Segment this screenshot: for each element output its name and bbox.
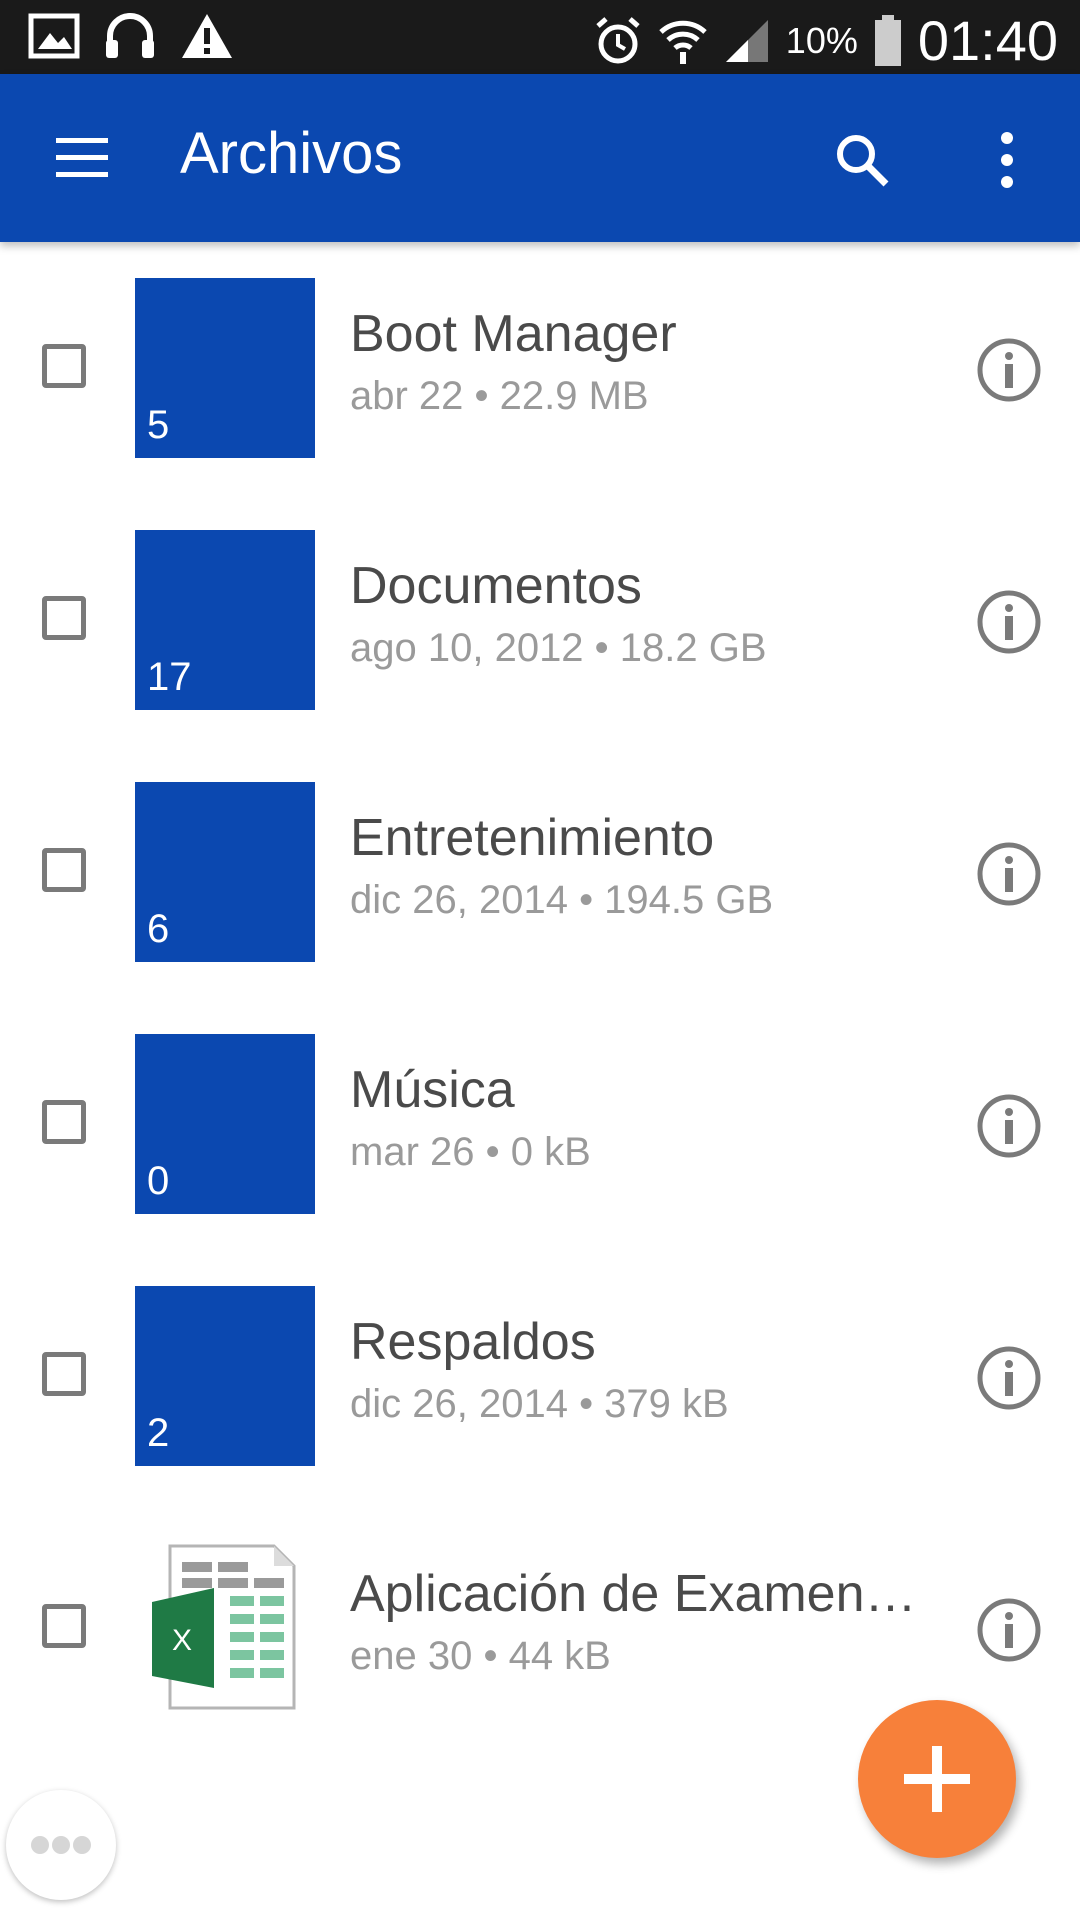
file-meta: mar 26 • 0 kB xyxy=(350,1130,591,1174)
file-meta: ene 30 • 44 kB xyxy=(350,1634,611,1678)
file-name: Respaldos xyxy=(350,1313,596,1371)
search-icon[interactable] xyxy=(832,130,892,190)
file-name: Boot Manager xyxy=(350,305,677,363)
headphones-icon xyxy=(106,13,154,58)
file-meta: dic 26, 2014 • 379 kB xyxy=(350,1382,729,1426)
folder-item-count: 6 xyxy=(147,907,170,951)
alarm-icon xyxy=(596,16,640,63)
status-right-icons: 10% 01:40 xyxy=(594,8,1058,73)
file-meta: abr 22 • 22.9 MB xyxy=(350,374,649,418)
folder-item-count: 5 xyxy=(147,403,170,447)
gallery-icon xyxy=(28,13,80,59)
page-title: Archivos xyxy=(180,121,403,186)
list-item[interactable]: 17 Documentos ago 10, 2012 • 18.2 GB xyxy=(0,516,1080,768)
clock: 01:40 xyxy=(917,9,1058,72)
list-item[interactable]: 2 Respaldos dic 26, 2014 • 379 kB xyxy=(0,1272,1080,1524)
select-checkbox[interactable] xyxy=(42,848,86,892)
menu-icon[interactable] xyxy=(52,132,112,184)
folder-thumbnail: 17 xyxy=(135,530,315,710)
battery-icon xyxy=(874,14,901,66)
file-meta: ago 10, 2012 • 18.2 GB xyxy=(350,626,767,670)
battery-percent: 10% xyxy=(785,19,858,61)
info-icon[interactable] xyxy=(975,1092,1043,1160)
file-meta: dic 26, 2014 • 194.5 GB xyxy=(350,878,774,922)
list-item[interactable]: 6 Entretenimiento dic 26, 2014 • 194.5 G… xyxy=(0,768,1080,1020)
file-name: Entretenimiento xyxy=(350,809,715,867)
folder-thumbnail: 5 xyxy=(135,278,315,458)
app-bar: Archivos xyxy=(0,74,1080,242)
info-icon[interactable] xyxy=(975,1344,1043,1412)
folder-item-count: 17 xyxy=(147,655,192,699)
select-checkbox[interactable] xyxy=(42,1604,86,1648)
excel-file-icon: X xyxy=(152,1544,296,1710)
folder-item-count: 0 xyxy=(147,1159,170,1203)
signal-icon xyxy=(725,19,768,62)
plus-icon xyxy=(904,1746,970,1812)
more-vert-icon[interactable] xyxy=(992,130,1022,190)
more-horiz-icon xyxy=(31,1836,91,1854)
info-icon[interactable] xyxy=(975,1596,1043,1664)
list-item[interactable]: 0 Música mar 26 • 0 kB xyxy=(0,1020,1080,1272)
add-button[interactable] xyxy=(858,1700,1016,1858)
svg-text:X: X xyxy=(172,1624,192,1657)
folder-item-count: 2 xyxy=(147,1411,170,1455)
file-name: Música xyxy=(350,1061,515,1119)
select-checkbox[interactable] xyxy=(42,344,86,388)
warning-icon xyxy=(182,14,232,58)
info-icon[interactable] xyxy=(975,840,1043,908)
overflow-dots-button[interactable] xyxy=(6,1790,116,1900)
info-icon[interactable] xyxy=(975,336,1043,404)
info-icon[interactable] xyxy=(975,588,1043,656)
file-name: Documentos xyxy=(350,557,642,615)
folder-thumbnail: 0 xyxy=(135,1034,315,1214)
file-name: Aplicación de Examen… xyxy=(350,1565,917,1623)
select-checkbox[interactable] xyxy=(42,596,86,640)
list-item[interactable]: 5 Boot Manager abr 22 • 22.9 MB xyxy=(0,264,1080,516)
select-checkbox[interactable] xyxy=(42,1352,86,1396)
status-left-icons xyxy=(28,12,234,60)
wifi-icon xyxy=(659,20,707,64)
folder-thumbnail: 2 xyxy=(135,1286,315,1466)
select-checkbox[interactable] xyxy=(42,1100,86,1144)
status-bar: 10% 01:40 xyxy=(0,0,1080,74)
folder-thumbnail: 6 xyxy=(135,782,315,962)
